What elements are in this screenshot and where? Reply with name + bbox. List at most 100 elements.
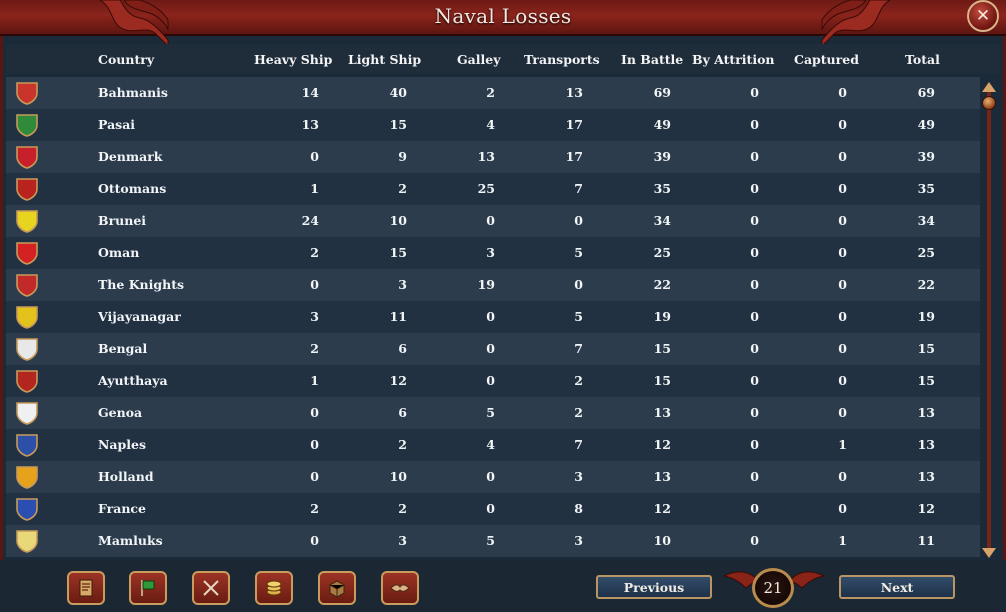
table-row[interactable]: Mamluks 0 3 5 3 10 0 1 11 (6, 525, 980, 557)
by-attrition-value: 0 (750, 309, 759, 324)
captured-value: 0 (838, 277, 847, 292)
in-battle-value: 15 (653, 373, 671, 388)
table-row[interactable]: The Knights 0 3 19 0 22 0 0 22 (6, 269, 980, 301)
light-ship-value: 6 (398, 405, 407, 420)
country-name: Bahmanis (98, 85, 168, 100)
column-header-galley[interactable]: Galley (457, 52, 501, 67)
table-row[interactable]: Brunei 24 10 0 0 34 0 0 34 (6, 205, 980, 237)
tab-military[interactable] (192, 571, 230, 605)
total-value: 25 (917, 245, 935, 260)
total-value: 49 (917, 117, 935, 132)
galley-value: 0 (486, 213, 495, 228)
table-row[interactable]: Ottomans 1 2 25 7 35 0 0 35 (6, 173, 980, 205)
light-ship-value: 9 (398, 149, 407, 164)
in-battle-value: 10 (653, 533, 671, 548)
light-ship-value: 2 (398, 437, 407, 452)
oman-flag-icon (16, 242, 38, 265)
country-name: Naples (98, 437, 147, 452)
table-row[interactable]: Bahmanis 14 40 2 13 69 0 0 69 (6, 77, 980, 109)
country-name: Brunei (98, 213, 147, 228)
by-attrition-value: 0 (750, 437, 759, 452)
light-ship-value: 2 (398, 501, 407, 516)
galley-value: 0 (486, 373, 495, 388)
column-header-country[interactable]: Country (98, 52, 154, 67)
scroll-thumb[interactable] (982, 96, 996, 110)
losses-table: Bahmanis 14 40 2 13 69 0 0 69 Pasai 13 1… (6, 77, 980, 557)
total-value: 35 (917, 181, 935, 196)
in-battle-value: 22 (653, 277, 671, 292)
captured-value: 0 (838, 213, 847, 228)
in-battle-value: 69 (653, 85, 671, 100)
tab-diplomacy[interactable] (381, 571, 419, 605)
table-row[interactable]: Vijayanagar 3 11 0 5 19 0 0 19 (6, 301, 980, 333)
light-ship-value: 15 (389, 117, 407, 132)
flag-icon (141, 580, 155, 596)
light-ship-value: 3 (398, 533, 407, 548)
galley-value: 5 (486, 405, 495, 420)
total-value: 15 (917, 341, 935, 356)
table-row[interactable]: Genoa 0 6 5 2 13 0 0 13 (6, 397, 980, 429)
table-row[interactable]: Pasai 13 15 4 17 49 0 0 49 (6, 109, 980, 141)
by-attrition-value: 0 (750, 213, 759, 228)
transports-value: 2 (574, 373, 583, 388)
table-row[interactable]: Bengal 2 6 0 7 15 0 0 15 (6, 333, 980, 365)
galley-value: 19 (477, 277, 495, 292)
table-row[interactable]: France 2 2 0 8 12 0 0 12 (6, 493, 980, 525)
captured-value: 0 (838, 469, 847, 484)
captured-value: 0 (838, 245, 847, 260)
table-row[interactable]: Ayutthaya 1 12 0 2 15 0 0 15 (6, 365, 980, 397)
next-button[interactable]: Next (839, 575, 955, 599)
bahmanis-flag-icon (16, 82, 38, 105)
heavy-ship-value: 0 (310, 437, 319, 452)
tab-ledger[interactable] (67, 571, 105, 605)
scrollbar[interactable] (982, 82, 996, 560)
by-attrition-value: 0 (750, 405, 759, 420)
light-ship-value: 12 (389, 373, 407, 388)
table-row[interactable]: Denmark 0 9 13 17 39 0 0 39 (6, 141, 980, 173)
captured-value: 0 (838, 501, 847, 516)
heavy-ship-value: 2 (310, 245, 319, 260)
galley-value: 0 (486, 501, 495, 516)
column-header-heavy-ship[interactable]: Heavy Ship (254, 52, 332, 67)
scroll-up-arrow-icon[interactable] (982, 82, 996, 92)
galley-value: 3 (486, 245, 495, 260)
transports-value: 3 (574, 469, 583, 484)
column-header-by-attrition[interactable]: By Attrition (692, 52, 775, 67)
table-row[interactable]: Holland 0 10 0 3 13 0 0 13 (6, 461, 980, 493)
country-name: Denmark (98, 149, 163, 164)
tab-economy[interactable] (255, 571, 293, 605)
page-number: 21 (763, 579, 783, 597)
scroll-track[interactable] (987, 90, 991, 552)
column-header-total[interactable]: Total (905, 52, 940, 67)
column-header-transports[interactable]: Transports (524, 52, 600, 67)
scroll-down-arrow-icon[interactable] (982, 548, 996, 558)
by-attrition-value: 0 (750, 501, 759, 516)
column-header-in-battle[interactable]: In Battle (621, 52, 683, 67)
heavy-ship-value: 0 (310, 149, 319, 164)
by-attrition-value: 0 (750, 533, 759, 548)
transports-value: 0 (574, 213, 583, 228)
france-flag-icon (16, 498, 38, 521)
table-header: Country Heavy Ship Light Ship Galley Tra… (6, 44, 1000, 74)
table-row[interactable]: Naples 0 2 4 7 12 0 1 13 (6, 429, 980, 461)
total-value: 34 (917, 213, 935, 228)
ledger-icon (79, 579, 93, 597)
tab-flag[interactable] (129, 571, 167, 605)
tab-trade[interactable] (318, 571, 356, 605)
transports-value: 17 (565, 149, 583, 164)
total-value: 22 (917, 277, 935, 292)
country-name: Ottomans (98, 181, 167, 196)
heavy-ship-value: 2 (310, 501, 319, 516)
previous-button[interactable]: Previous (596, 575, 712, 599)
country-name: Oman (98, 245, 140, 260)
transports-value: 5 (574, 245, 583, 260)
column-header-captured[interactable]: Captured (794, 52, 859, 67)
brunei-flag-icon (16, 210, 38, 233)
table-row[interactable]: Oman 2 15 3 5 25 0 0 25 (6, 237, 980, 269)
country-name: Bengal (98, 341, 148, 356)
heavy-ship-value: 13 (301, 117, 319, 132)
by-attrition-value: 0 (750, 85, 759, 100)
column-header-light-ship[interactable]: Light Ship (348, 52, 421, 67)
close-button[interactable]: ✕ (967, 0, 999, 32)
ottomans-flag-icon (16, 178, 38, 201)
